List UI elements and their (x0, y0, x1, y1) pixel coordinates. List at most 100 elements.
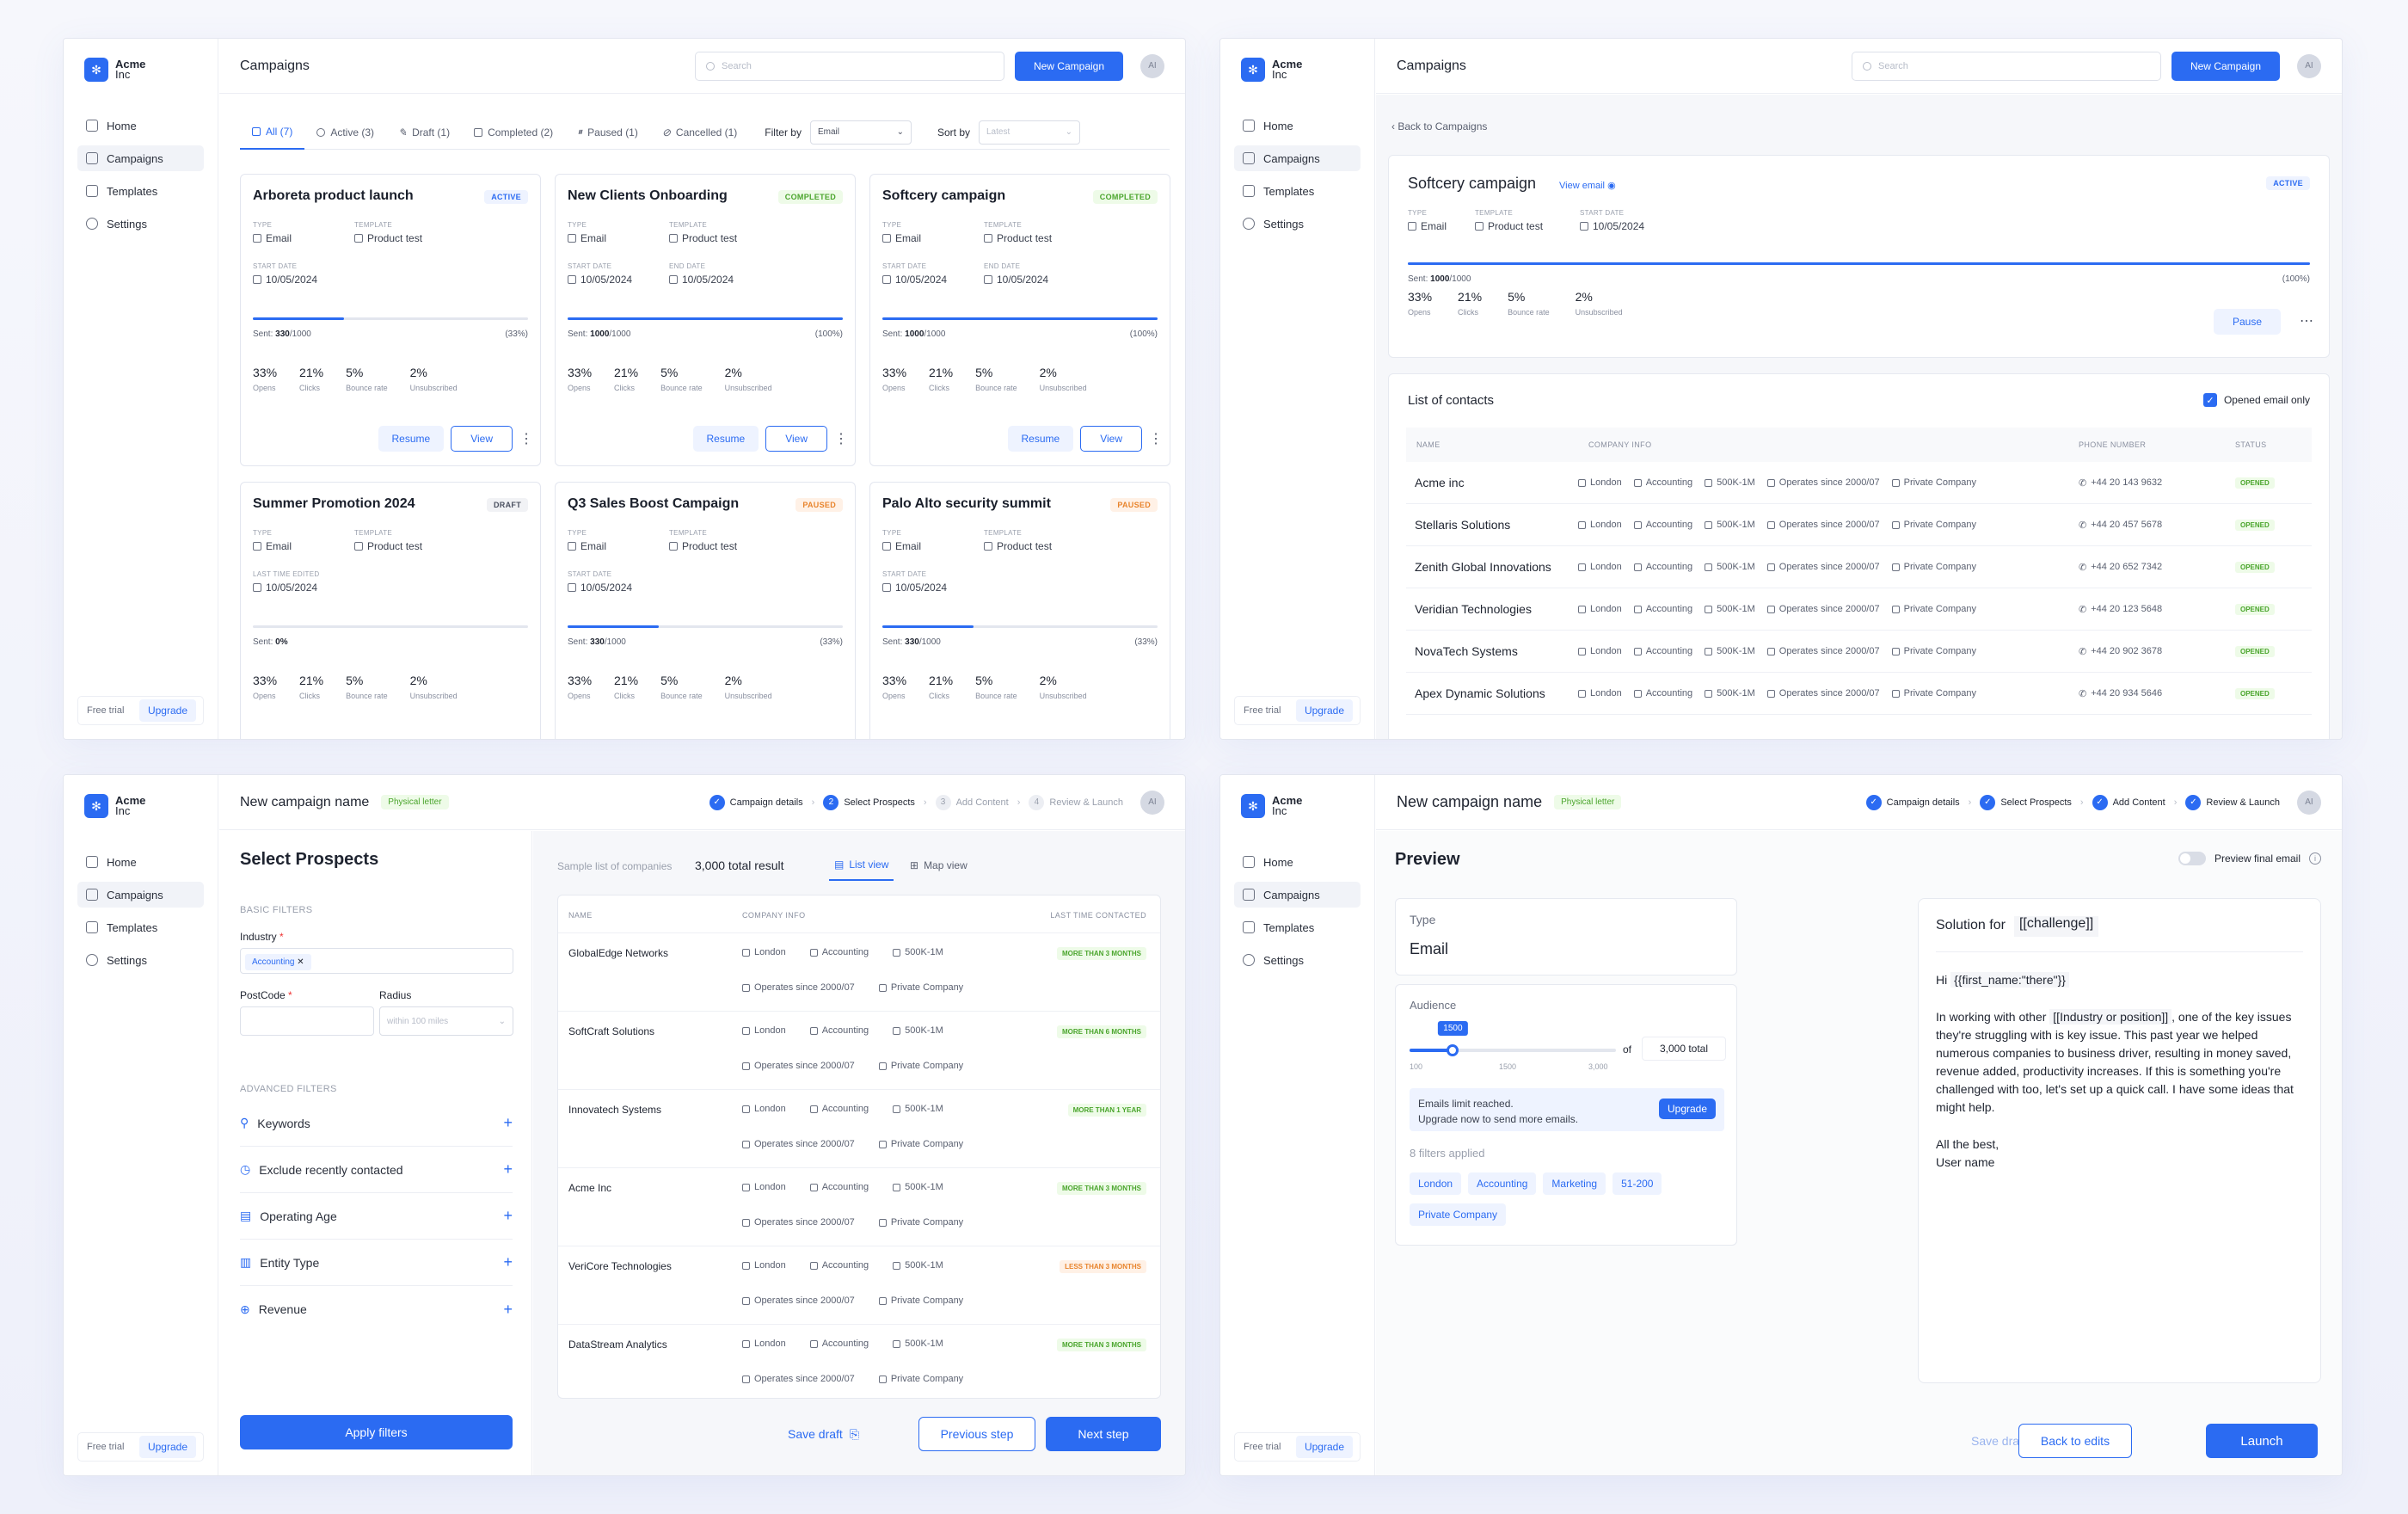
industry-chip[interactable]: Accounting ✕ (245, 954, 311, 970)
nav-home[interactable]: Home (77, 113, 204, 138)
prospect-row[interactable]: SoftCraft Solutions London Accounting 500K… (558, 1012, 1160, 1090)
close-icon[interactable]: ✕ (297, 957, 304, 967)
avatar[interactable]: AI (1140, 53, 1164, 78)
filter-select[interactable]: Email ⌄ (809, 120, 912, 145)
step-4[interactable]: ✓ Review & Launch (2185, 794, 2280, 810)
launch-button[interactable]: Launch (2206, 1424, 2318, 1458)
nav-settings[interactable]: Settings (77, 947, 204, 973)
campaign-card[interactable]: Softcery campaign COMPLETED TYPE Email TE… (869, 174, 1170, 466)
avatar[interactable]: AI (2297, 53, 2321, 78)
tab-active[interactable]: Active (3) (304, 115, 386, 150)
prospect-row[interactable]: Innovatech Systems London Accounting 500K-… (558, 1090, 1160, 1168)
upgrade-button[interactable]: Upgrade (1295, 1436, 1353, 1458)
new-campaign-button[interactable]: New Campaign (1015, 51, 1123, 81)
filter-operating-age[interactable]: ▤ Operating Age + (240, 1193, 513, 1240)
step-1[interactable]: ✓ Campaign details (1865, 794, 1960, 810)
tab-paused[interactable]: ⏸ Paused (1) (565, 115, 650, 150)
step-2[interactable]: 2 Select Prospects (823, 794, 915, 810)
filter-chip[interactable]: Marketing (1543, 1172, 1606, 1195)
nav-settings[interactable]: Settings (1234, 947, 1361, 973)
toggle-switch[interactable] (2178, 852, 2206, 865)
filter-entity-type[interactable]: ▥ Entity Type + (240, 1240, 513, 1286)
contact-row[interactable]: Zenith Global Innovations London Accountin… (1406, 546, 2312, 588)
search-input[interactable]: Search (1852, 51, 2161, 81)
contact-row[interactable]: Acme inc London Accounting 500K-1M Operates … (1406, 462, 2312, 504)
nav-home[interactable]: Home (77, 849, 204, 875)
nav-campaigns[interactable]: Campaigns (1234, 145, 1361, 171)
resume-button[interactable]: Resume (1007, 426, 1074, 452)
preview-toggle[interactable]: Preview final email i (2178, 852, 2321, 865)
new-campaign-button[interactable]: New Campaign (2172, 51, 2280, 81)
campaign-card[interactable]: Q3 Sales Boost Campaign PAUSED TYPE Email… (555, 482, 856, 739)
prospect-row[interactable]: GlobalEdge Networks London Accounting 500K… (558, 933, 1160, 1012)
upgrade-button[interactable]: Upgrade (138, 1436, 196, 1458)
tab-list-view[interactable]: ▤ List view (829, 850, 894, 881)
more-icon[interactable]: ⋮ (834, 430, 848, 447)
view-email-link[interactable]: View email ◉ (1559, 180, 1616, 191)
campaign-name[interactable]: New campaign name (1397, 793, 1542, 811)
campaign-name[interactable]: New campaign name (240, 795, 369, 810)
more-icon[interactable]: ⋮ (519, 430, 533, 447)
upgrade-button[interactable]: Upgrade (1295, 699, 1353, 722)
audience-slider[interactable]: 1500 (1410, 1021, 1616, 1056)
nav-templates[interactable]: Templates (1234, 914, 1361, 940)
step-3[interactable]: ✓ Add Content (2092, 794, 2165, 810)
body-variable[interactable]: [[Industry or position]] (2049, 1009, 2172, 1025)
next-step-button[interactable]: Next step (1046, 1417, 1161, 1451)
filter-chip[interactable]: Accounting (1468, 1172, 1537, 1195)
filter-chip[interactable]: Private Company (1410, 1203, 1507, 1226)
avatar[interactable]: AI (2297, 790, 2321, 815)
upgrade-button[interactable]: Upgrade (138, 699, 196, 722)
resume-button[interactable]: Resume (692, 426, 759, 452)
nav-campaigns[interactable]: Campaigns (77, 145, 204, 171)
view-button[interactable]: View (765, 426, 827, 452)
previous-step-button[interactable]: Previous step (918, 1417, 1035, 1451)
tab-all[interactable]: All (7) (240, 115, 305, 150)
nav-campaigns[interactable]: Campaigns (1234, 882, 1361, 908)
back-to-edits-button[interactable]: Back to edits (2018, 1424, 2132, 1458)
more-icon[interactable]: ⋮ (1149, 430, 1163, 447)
step-1[interactable]: ✓ Campaign details (709, 794, 803, 810)
nav-campaigns[interactable]: Campaigns (77, 882, 204, 908)
save-draft-button[interactable]: Save draft⎘ (788, 1417, 859, 1451)
greeting-variable[interactable]: {{first_name:"there"}} (1950, 972, 2069, 988)
tab-completed[interactable]: Completed (2) (462, 115, 565, 150)
more-icon[interactable]: ⋯ (2300, 312, 2313, 329)
info-icon[interactable]: i (2309, 852, 2321, 865)
campaign-card[interactable]: Palo Alto security summit PAUSED TYPE Ema… (869, 482, 1170, 739)
subject-variable[interactable]: [[challenge]] (2013, 916, 2099, 937)
resume-button[interactable]: Resume (378, 426, 445, 452)
nav-templates[interactable]: Templates (77, 914, 204, 940)
avatar[interactable]: AI (1140, 790, 1164, 815)
opened-only-checkbox[interactable]: ✓ Opened email only (2202, 393, 2310, 407)
campaign-card[interactable]: Arboreta product launch ACTIVE TYPE Email… (240, 174, 541, 466)
contact-row[interactable]: Apex Dynamic Solutions London Accounting 50… (1406, 673, 2312, 715)
radius-select[interactable]: within 100 miles ⌄ (379, 1006, 513, 1036)
contact-row[interactable]: NovaTech Systems London Accounting 500K-1M O… (1406, 631, 2312, 673)
filter-chip[interactable]: London (1410, 1172, 1462, 1195)
contact-row[interactable]: Veridian Technologies London Accounting 500… (1406, 588, 2312, 631)
nav-settings[interactable]: Settings (1234, 211, 1361, 237)
step-4[interactable]: 4 Review & Launch (1029, 794, 1123, 810)
campaign-card[interactable]: New Clients Onboarding COMPLETED TYPE Ema… (555, 174, 856, 466)
nav-home[interactable]: Home (1234, 849, 1361, 875)
pause-button[interactable]: Pause (2213, 309, 2281, 335)
step-2[interactable]: ✓ Select Prospects (1980, 794, 2072, 810)
tab-draft[interactable]: ✎ Draft (1) (386, 115, 462, 150)
filter-keywords[interactable]: ⚲ Keywords + (240, 1100, 513, 1147)
prospect-row[interactable]: Acme Inc London Accounting 500K-1M Operates… (558, 1168, 1160, 1246)
postcode-input[interactable] (240, 1006, 374, 1036)
nav-home[interactable]: Home (1234, 113, 1361, 138)
tab-map-view[interactable]: ⊞ Map view (910, 850, 968, 881)
view-button[interactable]: View (451, 426, 513, 452)
nav-templates[interactable]: Templates (1234, 178, 1361, 204)
filter-revenue[interactable]: ⊕ Revenue + (240, 1286, 513, 1332)
sort-select[interactable]: Latest ⌄ (979, 120, 1080, 145)
industry-input[interactable]: Accounting ✕ (240, 948, 513, 974)
view-button[interactable]: View (1080, 426, 1142, 452)
slider-handle[interactable] (1447, 1044, 1459, 1056)
contact-row[interactable]: Stellaris Solutions London Accounting 500K-… (1406, 504, 2312, 546)
search-input[interactable]: Search (695, 51, 1004, 81)
step-3[interactable]: 3 Add Content (935, 794, 1009, 810)
campaign-card[interactable]: Summer Promotion 2024 DRAFT TYPE Email TE… (240, 482, 541, 739)
